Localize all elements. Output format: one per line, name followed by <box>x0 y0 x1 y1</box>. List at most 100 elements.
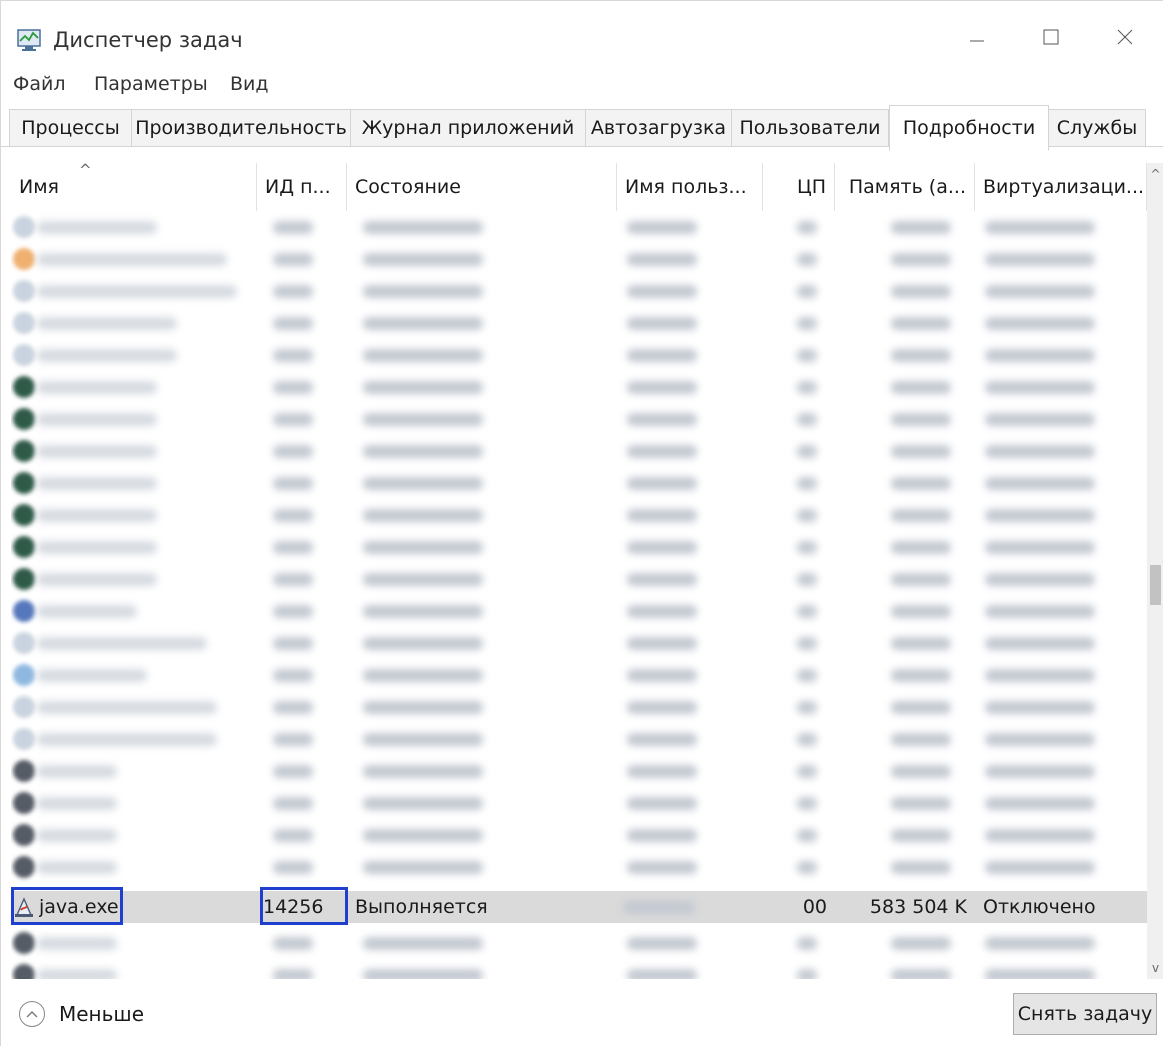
table-row[interactable] <box>11 563 1147 595</box>
redacted-cell <box>985 669 1095 682</box>
redacted-cell <box>891 605 951 618</box>
table-row-selected[interactable]: java.exe 14256 Выполняется 00 583 504 K … <box>11 891 1147 923</box>
redacted-cell <box>797 937 817 950</box>
tab-performance[interactable]: Производительность <box>131 109 351 147</box>
close-button[interactable] <box>1105 19 1145 55</box>
maximize-icon <box>1043 29 1059 45</box>
menu-options[interactable]: Параметры <box>94 73 208 95</box>
sort-ascending-icon: ^ <box>79 163 92 179</box>
title-bar[interactable]: Диспетчер задач <box>1 1 1163 69</box>
tab-users[interactable]: Пользователи <box>731 109 889 147</box>
redacted-cell <box>273 937 313 950</box>
table-row[interactable] <box>11 595 1147 627</box>
column-header-name[interactable]: ^ Имя <box>11 163 257 211</box>
redacted-cell <box>627 797 697 810</box>
redacted-cell <box>797 765 817 778</box>
redacted-cell <box>273 861 313 874</box>
process-icon <box>13 504 35 526</box>
column-header-memory[interactable]: Память (а... <box>835 163 975 211</box>
close-icon <box>1117 29 1133 45</box>
table-row[interactable] <box>11 243 1147 275</box>
table-row[interactable] <box>11 627 1147 659</box>
redacted-cell <box>363 861 483 874</box>
minimize-icon <box>970 40 984 42</box>
redacted-cell <box>273 969 313 979</box>
table-row[interactable] <box>11 211 1147 243</box>
table-row[interactable] <box>11 435 1147 467</box>
redacted-cell <box>797 541 817 554</box>
redacted-cell <box>363 573 483 586</box>
redacted-cell <box>627 221 697 234</box>
redacted-cell <box>985 969 1095 979</box>
minimize-button[interactable] <box>957 19 997 55</box>
menu-view[interactable]: Вид <box>230 73 269 95</box>
process-icon <box>13 696 35 718</box>
table-row[interactable] <box>11 659 1147 691</box>
process-icon <box>13 408 35 430</box>
table-row[interactable] <box>11 403 1147 435</box>
redacted-cell <box>985 541 1095 554</box>
redacted-cell <box>985 829 1095 842</box>
cell-name: java.exe <box>39 896 119 918</box>
redacted-cell <box>891 349 951 362</box>
end-task-button[interactable]: Снять задачу <box>1013 993 1157 1035</box>
redacted-cell <box>273 701 313 714</box>
redacted-cell <box>363 701 483 714</box>
table-row[interactable] <box>11 851 1147 883</box>
table-row[interactable] <box>11 531 1147 563</box>
redacted-cell <box>891 221 951 234</box>
table-row[interactable] <box>11 307 1147 339</box>
table-row[interactable] <box>11 691 1147 723</box>
column-header-pid[interactable]: ИД п... <box>257 163 347 211</box>
maximize-button[interactable] <box>1031 19 1071 55</box>
process-icon <box>13 312 35 334</box>
tab-details[interactable]: Подробности <box>889 105 1049 151</box>
redacted-cell <box>37 969 117 979</box>
column-header-user[interactable]: Имя польз... <box>617 163 763 211</box>
menu-file[interactable]: Файл <box>13 73 66 95</box>
scroll-up-icon[interactable]: ^ <box>1147 163 1163 185</box>
redacted-cell <box>37 797 117 810</box>
column-header-status[interactable]: Состояние <box>347 163 617 211</box>
scroll-down-icon[interactable]: v <box>1147 957 1163 979</box>
tab-processes[interactable]: Процессы <box>9 109 132 147</box>
cell-cpu: 00 <box>802 896 827 918</box>
tab-services[interactable]: Службы <box>1048 109 1146 147</box>
fewer-details-button[interactable]: Меньше <box>19 1001 144 1027</box>
column-header-cpu[interactable]: ЦП <box>763 163 835 211</box>
table-row[interactable] <box>11 499 1147 531</box>
redacted-cell <box>797 733 817 746</box>
redacted-cell <box>273 381 313 394</box>
table-row[interactable] <box>11 819 1147 851</box>
table-row[interactable] <box>11 755 1147 787</box>
window-title: Диспетчер задач <box>53 28 243 52</box>
table-row[interactable] <box>11 723 1147 755</box>
redacted-cell <box>797 573 817 586</box>
redacted-cell <box>273 669 313 682</box>
table-row[interactable] <box>11 275 1147 307</box>
scrollbar-thumb[interactable] <box>1150 565 1161 605</box>
vertical-scrollbar[interactable]: ^ v <box>1147 163 1163 979</box>
redacted-cell <box>985 765 1095 778</box>
table-row[interactable] <box>11 959 1147 979</box>
table-row[interactable] <box>11 371 1147 403</box>
redacted-cell <box>37 413 157 426</box>
process-icon <box>13 792 35 814</box>
redacted-cell <box>891 541 951 554</box>
redacted-cell <box>273 317 313 330</box>
table-row[interactable] <box>11 787 1147 819</box>
redacted-cell <box>891 637 951 650</box>
redacted-cell <box>363 413 483 426</box>
cell-pid: 14256 <box>263 896 324 918</box>
tab-startup[interactable]: Автозагрузка <box>585 109 732 147</box>
redacted-cell <box>37 349 177 362</box>
tab-app-history[interactable]: Журнал приложений <box>350 109 586 147</box>
table-row[interactable] <box>11 467 1147 499</box>
redacted-cell <box>891 829 951 842</box>
task-manager-window: Диспетчер задач Файл Параметры Вид Проце… <box>0 0 1163 1046</box>
redacted-cell <box>37 829 117 842</box>
column-header-virtualization[interactable]: Виртуализаци... <box>975 163 1147 211</box>
table-row[interactable] <box>11 339 1147 371</box>
redacted-cell <box>797 861 817 874</box>
table-row[interactable] <box>11 927 1147 959</box>
